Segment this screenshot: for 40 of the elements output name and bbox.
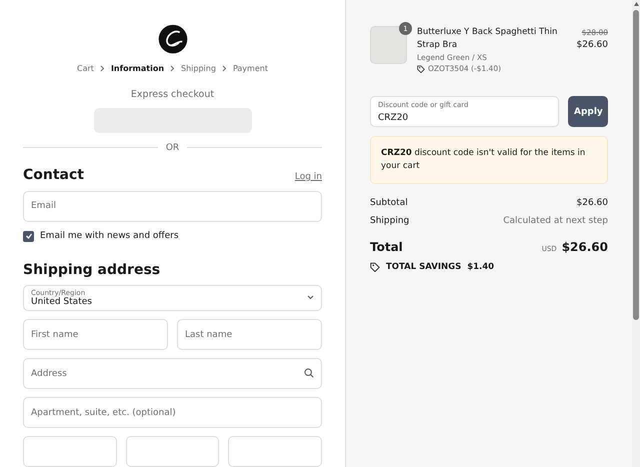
breadcrumb-link[interactable]: Information [110,64,164,74]
total-value: $26.60 [562,240,608,254]
scroll-up-icon[interactable] [634,2,638,6]
breadcrumb-link[interactable]: Shipping [181,64,216,74]
input-field[interactable] [126,436,220,467]
express-checkout-title: Express checkout [130,89,216,100]
chevron-right-icon [170,65,176,72]
checkbox-label: Email me with news and offers [40,231,179,242]
input-field[interactable]: Last name [177,319,322,350]
tag-icon [370,262,380,272]
shipping-label: Shipping [370,216,410,226]
product-price: $26.60 [576,39,608,52]
chevron-down-icon [307,295,314,300]
input-field[interactable] [228,436,322,467]
savings-label: TOTAL SAVINGS [386,262,462,272]
shipping-value: Calculated at next step [503,216,608,226]
breadcrumb-link[interactable]: Payment [232,64,268,74]
error-message: CRZ20 discount code isn't valid for the items in your cart [370,136,608,184]
checkbox[interactable] [23,230,34,242]
product-name: Butterluxe Y Back Spaghetti Thin Strap Bra [417,26,558,52]
input-field[interactable]: Apartment, suite, etc. (optional) [23,397,322,428]
savings-value: $1.40 [467,262,494,272]
total-label: Total [370,240,403,254]
divider-text: OR [166,142,180,153]
chevron-right-icon [222,65,227,72]
input-field[interactable]: First name [23,319,168,350]
subtotal-value: $26.60 [576,198,608,208]
input-field[interactable]: Email [23,190,322,222]
chevron-right-icon [100,65,105,72]
input-field[interactable] [23,436,117,467]
apply-button[interactable]: Apply [568,96,608,127]
section-heading: Shipping address [23,262,160,278]
scrollbar-thumb[interactable] [633,10,639,320]
subtotal-label: Subtotal [370,198,408,208]
login-link[interactable]: Log in [294,172,322,182]
search-icon [304,368,314,378]
tag-icon [417,64,425,72]
input-field[interactable]: Address [23,358,322,389]
section-heading: Contact [23,166,84,183]
breadcrumb-link[interactable]: Cart [77,64,94,74]
